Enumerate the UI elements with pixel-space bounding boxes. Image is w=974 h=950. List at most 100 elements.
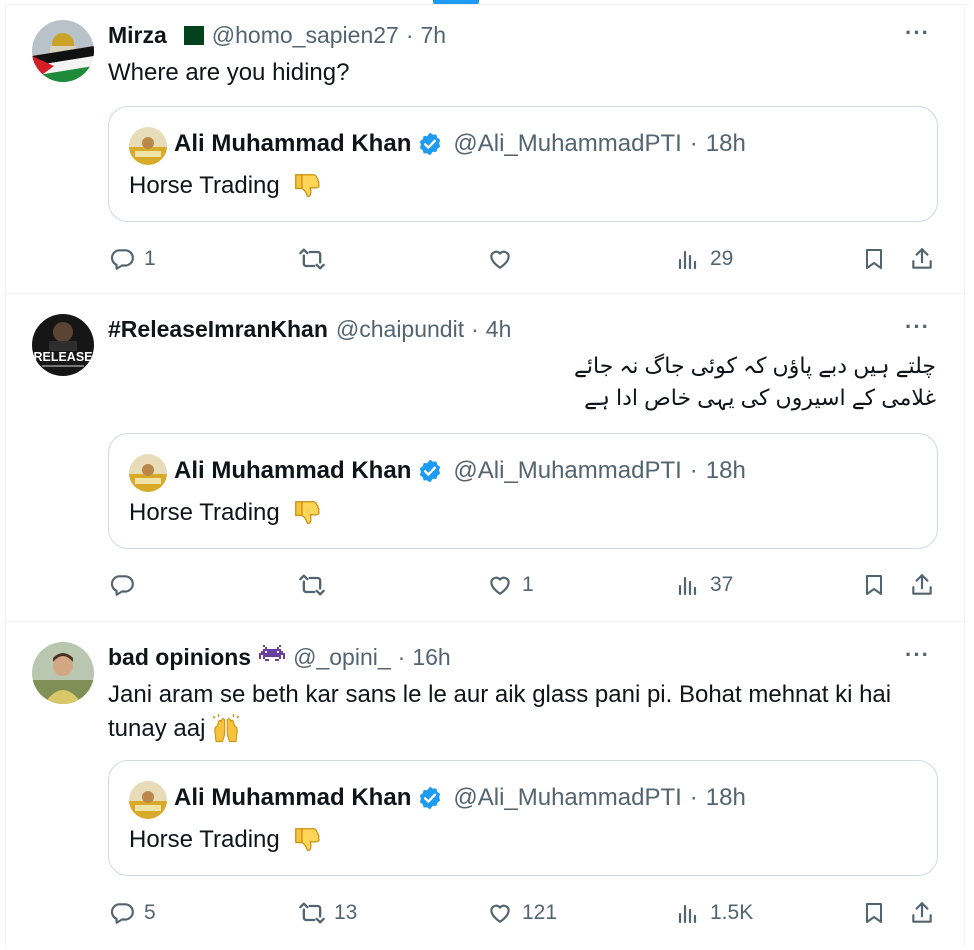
bookmark-button[interactable] bbox=[860, 571, 888, 599]
quoted-tweet-header: Ali Muhammad Khan @Ali_MuhammadPTI · 18h bbox=[174, 784, 746, 812]
user-handle[interactable]: @chaipundit bbox=[336, 316, 464, 343]
verified-badge-icon bbox=[417, 785, 443, 811]
timestamp[interactable]: 7h bbox=[421, 22, 447, 49]
tweet-text-tail: tunay aaj bbox=[108, 715, 206, 742]
retweet-button[interactable]: 13 bbox=[298, 899, 357, 927]
views-icon bbox=[674, 245, 702, 273]
display-name[interactable]: Mirza bbox=[108, 22, 167, 49]
bookmark-icon bbox=[860, 899, 888, 927]
like-button[interactable] bbox=[486, 245, 522, 273]
avatar bbox=[129, 454, 167, 492]
retweet-button[interactable] bbox=[298, 571, 334, 599]
views-count: 29 bbox=[710, 247, 734, 270]
quoted-tweet-text: Horse Trading bbox=[129, 171, 322, 201]
retweet-icon bbox=[298, 245, 326, 273]
views-button[interactable]: 37 bbox=[674, 571, 733, 599]
quoted-tweet-header: Ali Muhammad Khan @Ali_MuhammadPTI · 18h bbox=[174, 130, 746, 158]
timestamp[interactable]: 4h bbox=[486, 316, 512, 343]
retweet-icon bbox=[298, 571, 326, 599]
tweet-text-line: چلتے ہیں دبے پاؤں کہ کوئی جاگ نہ جائے bbox=[574, 353, 936, 378]
like-count: 121 bbox=[522, 901, 558, 924]
user-handle: @Ali_MuhammadPTI bbox=[453, 784, 682, 811]
bookmark-icon bbox=[860, 245, 888, 273]
views-button[interactable]: 29 bbox=[674, 245, 733, 273]
share-icon bbox=[908, 245, 936, 273]
avatar bbox=[129, 127, 167, 165]
verified-badge-icon bbox=[417, 458, 443, 484]
quoted-text: Horse Trading bbox=[129, 499, 280, 526]
tweet[interactable]: bad opinions @_opini_ · 16h ··· Jani ara… bbox=[6, 623, 964, 947]
tweet-text: Where are you hiding? bbox=[108, 59, 350, 86]
views-count: 1.5K bbox=[710, 901, 754, 924]
avatar[interactable] bbox=[32, 20, 94, 82]
tweet[interactable]: Mirza @homo_sapien27 · 7h ··· Where are … bbox=[6, 5, 964, 294]
user-handle: @Ali_MuhammadPTI bbox=[453, 130, 682, 157]
reply-button[interactable]: 5 bbox=[108, 899, 156, 927]
tweet-text-line: Jani aram se beth kar sans le le aur aik… bbox=[108, 681, 892, 708]
display-name[interactable]: #ReleaseImranKhan bbox=[108, 316, 328, 343]
retweet-icon bbox=[298, 899, 326, 927]
share-icon bbox=[908, 899, 936, 927]
quoted-text: Horse Trading bbox=[129, 172, 280, 199]
retweet-button[interactable] bbox=[298, 245, 334, 273]
tweet-text-line: غلامی کے اسیروں کی یہی خاص ادا ہے bbox=[584, 385, 936, 410]
timestamp: 18h bbox=[705, 130, 746, 157]
like-icon bbox=[486, 571, 514, 599]
bookmark-button[interactable] bbox=[860, 899, 888, 927]
tweet-header: Mirza @homo_sapien27 · 7h bbox=[108, 20, 936, 50]
quoted-tweet[interactable]: Ali Muhammad Khan @Ali_MuhammadPTI · 18h… bbox=[108, 760, 938, 876]
pakistan-flag-icon bbox=[176, 25, 204, 45]
thumbs-down-emoji bbox=[292, 498, 322, 528]
share-button[interactable] bbox=[908, 571, 936, 599]
active-tab-indicator bbox=[433, 0, 479, 4]
share-button[interactable] bbox=[908, 245, 936, 273]
quoted-tweet-text: Horse Trading bbox=[129, 825, 322, 855]
reply-button[interactable] bbox=[108, 571, 144, 599]
more-icon[interactable]: ··· bbox=[905, 22, 930, 44]
tweet-text: Jani aram se beth kar sans le le aur aik… bbox=[108, 678, 936, 746]
timestamp: 18h bbox=[705, 457, 746, 484]
tweet-header: #ReleaseImranKhan @chaipundit · 4h bbox=[108, 314, 936, 344]
more-icon[interactable]: ··· bbox=[905, 644, 930, 666]
thumbs-down-emoji bbox=[292, 171, 322, 201]
separator-dot: · bbox=[471, 315, 479, 342]
raising-hands-emoji bbox=[211, 714, 241, 744]
like-icon bbox=[486, 899, 514, 927]
user-handle[interactable]: @homo_sapien27 bbox=[212, 22, 399, 49]
tweet[interactable]: RELEASE #ReleaseImranKhan @chaipundit · … bbox=[6, 295, 964, 622]
tweet-text: چلتے ہیں دبے پاؤں کہ کوئی جاگ نہ جائے غل… bbox=[108, 350, 936, 414]
verified-badge-icon bbox=[417, 131, 443, 157]
display-name: Ali Muhammad Khan bbox=[174, 457, 412, 484]
reply-button[interactable]: 1 bbox=[108, 245, 156, 273]
bookmark-button[interactable] bbox=[860, 245, 888, 273]
views-icon bbox=[674, 571, 702, 599]
views-icon bbox=[674, 899, 702, 927]
like-button[interactable]: 1 bbox=[486, 571, 534, 599]
quoted-tweet-text: Horse Trading bbox=[129, 498, 322, 528]
separator-dot: · bbox=[405, 21, 414, 48]
timestamp: 18h bbox=[705, 784, 746, 811]
like-button[interactable]: 121 bbox=[486, 899, 557, 927]
avatar[interactable] bbox=[32, 642, 94, 704]
thumbs-down-emoji bbox=[292, 825, 322, 855]
tweet-actions: 1 29 bbox=[108, 245, 938, 275]
reply-count: 5 bbox=[144, 901, 156, 924]
views-button[interactable]: 1.5K bbox=[674, 899, 753, 927]
quoted-tweet[interactable]: Ali Muhammad Khan @Ali_MuhammadPTI · 18h… bbox=[108, 106, 938, 222]
quoted-tweet[interactable]: Ali Muhammad Khan @Ali_MuhammadPTI · 18h… bbox=[108, 433, 938, 549]
user-handle[interactable]: @_opini_ bbox=[293, 644, 391, 671]
tweet-header: bad opinions @_opini_ · 16h bbox=[108, 642, 936, 672]
avatar[interactable]: RELEASE bbox=[32, 314, 94, 376]
display-name[interactable]: bad opinions bbox=[108, 644, 251, 671]
alien-monster-emoji bbox=[259, 645, 286, 669]
quoted-tweet-header: Ali Muhammad Khan @Ali_MuhammadPTI · 18h bbox=[174, 457, 746, 485]
share-button[interactable] bbox=[908, 899, 936, 927]
views-count: 37 bbox=[710, 573, 734, 596]
more-icon[interactable]: ··· bbox=[905, 316, 930, 338]
reply-icon bbox=[108, 245, 136, 273]
separator-dot: · bbox=[689, 130, 698, 157]
avatar-text: RELEASE bbox=[33, 350, 92, 364]
avatar bbox=[129, 781, 167, 819]
tweet-text-line: tunay aaj bbox=[108, 712, 936, 746]
timestamp[interactable]: 16h bbox=[412, 644, 450, 671]
